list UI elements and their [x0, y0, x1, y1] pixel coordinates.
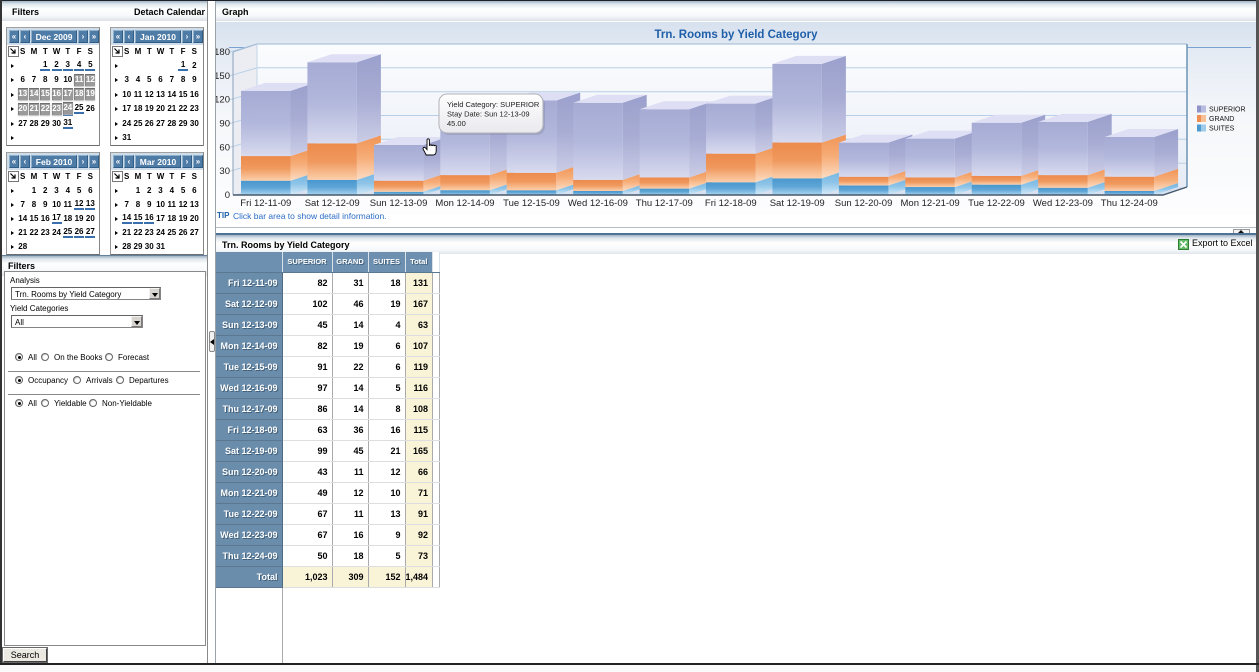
- svg-text:Yield Category: SUPERIOR: Yield Category: SUPERIOR: [447, 100, 540, 109]
- svg-text:45.00: 45.00: [447, 119, 466, 128]
- svg-text:Stay Date: Sun 12-13-09: Stay Date: Sun 12-13-09: [447, 110, 530, 119]
- svg-text:Trn. Rooms by Yield Category: Trn. Rooms by Yield Category: [655, 29, 819, 41]
- svg-text:Mon 12-21-09: Mon 12-21-09: [901, 198, 960, 209]
- svg-text:30: 30: [219, 166, 230, 177]
- svg-text:SUPERIOR: SUPERIOR: [1209, 107, 1246, 114]
- svg-text:120: 120: [216, 95, 230, 106]
- svg-text:Fri 12-11-09: Fri 12-11-09: [240, 198, 291, 209]
- svg-text:Sun 12-20-09: Sun 12-20-09: [835, 198, 893, 209]
- svg-text:Wed 12-23-09: Wed 12-23-09: [1033, 198, 1093, 209]
- svg-text:Tue 12-15-09: Tue 12-15-09: [503, 198, 560, 209]
- svg-text:Thu 12-17-09: Thu 12-17-09: [636, 198, 693, 209]
- svg-text:0: 0: [225, 190, 230, 201]
- svg-text:Sun 12-13-09: Sun 12-13-09: [370, 198, 428, 209]
- svg-text:SUITES: SUITES: [1209, 126, 1235, 133]
- svg-text:GRAND: GRAND: [1209, 116, 1234, 123]
- svg-text:Fri 12-18-09: Fri 12-18-09: [705, 198, 757, 209]
- svg-text:Sat 12-12-09: Sat 12-12-09: [305, 198, 360, 209]
- svg-text:Sat 12-19-09: Sat 12-19-09: [770, 198, 825, 209]
- svg-text:Thu 12-24-09: Thu 12-24-09: [1101, 198, 1158, 209]
- svg-text:Tue 12-22-09: Tue 12-22-09: [968, 198, 1025, 209]
- svg-text:Mon 12-14-09: Mon 12-14-09: [435, 198, 494, 209]
- svg-text:60: 60: [219, 142, 230, 153]
- svg-text:90: 90: [219, 119, 230, 130]
- svg-text:150: 150: [216, 71, 230, 82]
- svg-text:Wed 12-16-09: Wed 12-16-09: [568, 198, 628, 209]
- svg-text:180: 180: [216, 47, 230, 58]
